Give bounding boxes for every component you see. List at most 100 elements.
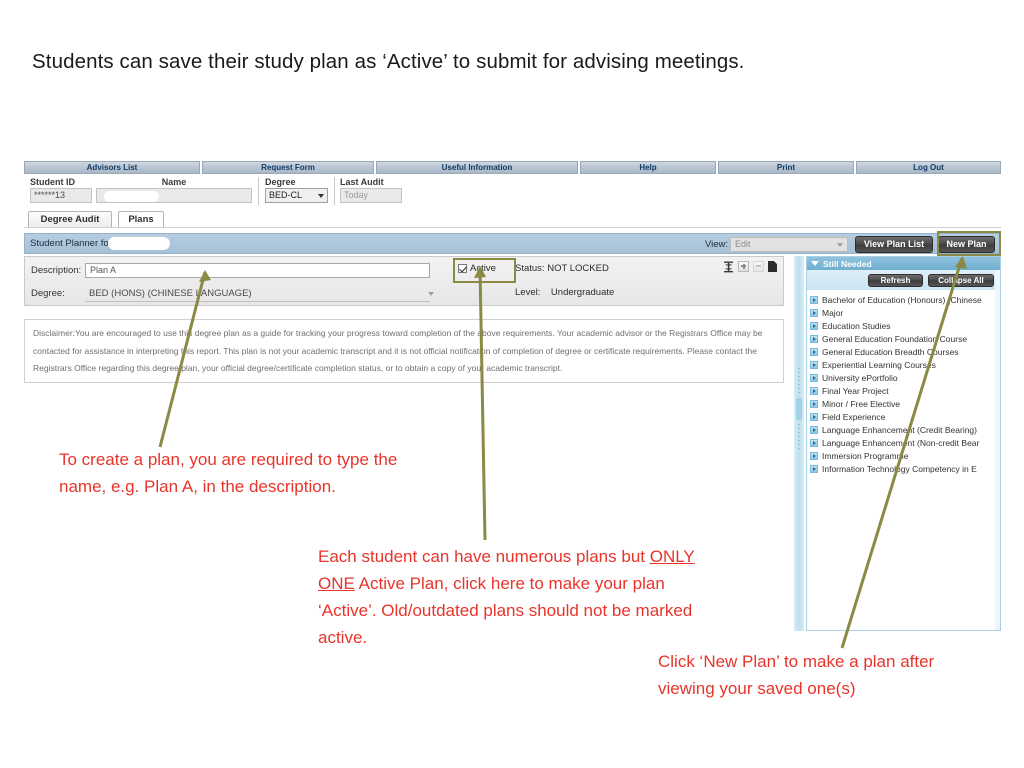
plan-icon-toolbar [723, 260, 777, 273]
chevron-down-icon [318, 193, 324, 198]
plan-degree-select[interactable]: BED (HONS) (CHINESE LANGUAGE) [85, 286, 438, 301]
chevron-down-icon [428, 291, 434, 296]
status-text: Status: NOT LOCKED [515, 263, 609, 274]
active-label: Active [470, 263, 496, 274]
student-header-bar: Student ID ******13 Name Degree BED-CL L… [24, 175, 1001, 209]
student-name-field[interactable] [96, 188, 252, 203]
list-item[interactable]: Minor / Free Elective [810, 397, 1000, 410]
view-plan-list-button[interactable]: View Plan List [855, 236, 933, 253]
list-item-label: Final Year Project [822, 385, 889, 396]
annotation-description-note: To create a plan, you are required to ty… [59, 450, 398, 496]
list-item[interactable]: Language Enhancement (Non-credit Bear [810, 436, 1000, 449]
add-icon[interactable] [738, 260, 749, 272]
planner-name-redaction-pill [108, 237, 170, 250]
list-item[interactable]: General Education Foundation Course [810, 332, 1000, 345]
list-item[interactable]: Final Year Project [810, 384, 1000, 397]
list-item-label: Immersion Programme [822, 450, 909, 461]
plan-detail-panel: Description: Plan A Degree: BED (HONS) (… [24, 256, 784, 306]
list-item-label: Minor / Free Elective [822, 398, 900, 409]
level-label: Level: [515, 287, 541, 298]
list-item-label: University ePortfolio [822, 372, 898, 383]
list-item[interactable]: Immersion Programme [810, 449, 1000, 462]
student-id-label: Student ID [30, 177, 75, 187]
annotation-active-note-part2: Active Plan, click here to make your pla… [318, 574, 693, 647]
panel-scrollbar[interactable] [995, 270, 1000, 630]
view-select-value: Edit [735, 239, 751, 249]
active-checkbox-group[interactable]: Active [458, 260, 511, 277]
list-item-label: Information Technology Competency in E [822, 463, 977, 474]
student-planner-label: Student Planner for: , [30, 238, 120, 249]
panel-splitter[interactable] [794, 256, 804, 631]
last-audit-group: Last Audit Today [340, 177, 402, 203]
list-item[interactable]: General Education Breadth Courses [810, 345, 1000, 358]
list-item[interactable]: Education Studies [810, 319, 1000, 332]
still-needed-header[interactable]: Still Needed [807, 257, 1000, 270]
list-item[interactable]: University ePortfolio [810, 371, 1000, 384]
nav-tab-help[interactable]: Help [580, 161, 716, 174]
nav-tab-useful-information[interactable]: Useful Information [376, 161, 578, 174]
student-id-field[interactable]: ******13 [30, 188, 92, 203]
student-name-label: Name [161, 177, 187, 187]
level-value: Undergraduate [550, 287, 615, 298]
view-select[interactable]: Edit [730, 237, 848, 252]
expand-icon[interactable] [810, 360, 818, 369]
description-label: Description: [31, 265, 82, 276]
expand-icon[interactable] [810, 438, 818, 447]
splitter-grip[interactable] [796, 398, 802, 420]
still-needed-title: Still Needed [823, 258, 872, 269]
list-item[interactable]: Language Enhancement (Credit Bearing) [810, 423, 1000, 436]
tab-underline [24, 227, 1001, 228]
expand-icon[interactable] [810, 412, 818, 421]
header-divider-1 [258, 177, 259, 205]
expand-icon[interactable] [810, 399, 818, 408]
list-item[interactable]: Information Technology Competency in E [810, 462, 1000, 475]
list-item-label: Language Enhancement (Non-credit Bear [822, 437, 980, 448]
list-item[interactable]: Major [810, 306, 1000, 319]
expand-icon[interactable] [810, 373, 818, 382]
nav-tab-request-form[interactable]: Request Form [202, 161, 374, 174]
degree-label: Degree [265, 177, 296, 187]
refresh-button[interactable]: Refresh [868, 273, 923, 287]
description-input[interactable]: Plan A [85, 263, 430, 278]
slide-page: Students can save their study plan as ‘A… [0, 0, 1024, 768]
collapse-all-button[interactable]: Collapse All [928, 273, 994, 287]
list-item[interactable]: Experiential Learning Courses [810, 358, 1000, 371]
expand-icon[interactable] [810, 347, 818, 356]
expand-icon[interactable] [810, 295, 818, 304]
new-plan-button[interactable]: New Plan [938, 236, 995, 253]
list-item-label: Bachelor of Education (Honours) (Chinese [822, 294, 982, 305]
planner-toolbar: Student Planner for: , View: Edit View P… [24, 233, 1001, 254]
degree-row-label: Degree: [31, 288, 65, 299]
last-audit-field: Today [340, 188, 402, 203]
plan-degree-value: BED (HONS) (CHINESE LANGUAGE) [89, 288, 252, 299]
chevron-down-icon [837, 242, 843, 247]
list-item[interactable]: Field Experience [810, 410, 1000, 423]
top-navigation: Advisors List Request Form Useful Inform… [24, 161, 1001, 174]
page-title: Students can save their study plan as ‘A… [32, 50, 745, 73]
still-needed-panel: Still Needed Refresh Collapse All Bachel… [806, 256, 1001, 631]
nav-tab-advisors-list[interactable]: Advisors List [24, 161, 200, 174]
list-item[interactable]: Bachelor of Education (Honours) (Chinese [810, 293, 1000, 306]
expand-icon[interactable] [810, 321, 818, 330]
expand-icon[interactable] [810, 464, 818, 473]
tab-plans[interactable]: Plans [118, 211, 164, 228]
note-icon[interactable] [768, 260, 777, 272]
disclaimer-text: Disclaimer:You are encouraged to use thi… [24, 319, 784, 383]
nav-tab-print[interactable]: Print [718, 161, 854, 174]
active-checkbox[interactable] [458, 264, 467, 273]
expand-icon[interactable] [810, 451, 818, 460]
insert-icon[interactable] [723, 260, 734, 273]
remove-icon [753, 260, 764, 272]
nav-tab-log-out[interactable]: Log Out [856, 161, 1001, 174]
expand-icon[interactable] [810, 425, 818, 434]
header-divider-2 [334, 177, 335, 205]
tab-degree-audit[interactable]: Degree Audit [28, 211, 112, 228]
chevron-down-icon[interactable] [811, 261, 819, 266]
expand-icon[interactable] [810, 308, 818, 317]
splitter-dots-bottom [798, 424, 800, 450]
still-needed-list: Bachelor of Education (Honours) (Chinese… [807, 290, 1000, 475]
expand-icon[interactable] [810, 386, 818, 395]
degree-select[interactable]: BED-CL [265, 188, 328, 203]
expand-icon[interactable] [810, 334, 818, 343]
annotation-active-note: Each student can have numerous plans but… [318, 543, 698, 651]
